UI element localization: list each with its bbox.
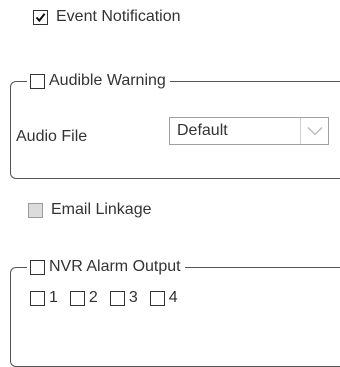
alarm-output-item-4: 4 xyxy=(149,289,178,307)
event-notification-row: Event Notification xyxy=(33,8,181,26)
alarm-output-checkbox-1[interactable] xyxy=(30,290,45,306)
alarm-output-label-1: 1 xyxy=(49,289,58,306)
alarm-output-checkbox-3[interactable] xyxy=(109,290,125,306)
alarm-output-label-4: 4 xyxy=(168,289,178,306)
audible-warning-header: Audible Warning xyxy=(27,70,170,92)
nvr-alarm-output-group xyxy=(10,267,340,367)
alarm-output-list: 1 2 3 4 xyxy=(30,289,190,307)
nvr-alarm-output-checkbox[interactable] xyxy=(30,259,45,275)
audible-warning-checkbox[interactable] xyxy=(30,73,45,89)
alarm-output-label-2: 2 xyxy=(88,289,98,306)
audio-file-select-value: Default xyxy=(177,122,228,139)
event-notification-label: Event Notification xyxy=(56,8,181,25)
audible-warning-label: Audible Warning xyxy=(49,72,166,89)
email-linkage-checkbox[interactable] xyxy=(28,202,43,218)
event-notification-checkbox[interactable] xyxy=(33,9,48,25)
alarm-output-checkbox-2[interactable] xyxy=(69,290,85,306)
email-linkage-row: Email Linkage xyxy=(28,201,152,219)
audio-file-label-row: Audio File xyxy=(16,128,87,146)
nvr-alarm-output-label: NVR Alarm Output xyxy=(49,258,181,275)
audio-file-dropdown-button[interactable] xyxy=(300,118,328,144)
alarm-output-label-3: 3 xyxy=(128,289,138,306)
nvr-alarm-output-header: NVR Alarm Output xyxy=(27,256,185,278)
chevron-down-icon xyxy=(307,127,322,136)
alarm-output-item-1: 1 xyxy=(30,289,58,307)
alarm-output-item-3: 3 xyxy=(109,289,138,307)
checkmark-icon xyxy=(35,12,46,22)
audio-file-label: Audio File xyxy=(16,128,88,145)
audio-file-select[interactable]: Default xyxy=(169,117,329,145)
alarm-output-checkbox-4[interactable] xyxy=(149,290,165,306)
email-linkage-label: Email Linkage xyxy=(51,201,152,218)
alarm-output-item-2: 2 xyxy=(69,289,98,307)
